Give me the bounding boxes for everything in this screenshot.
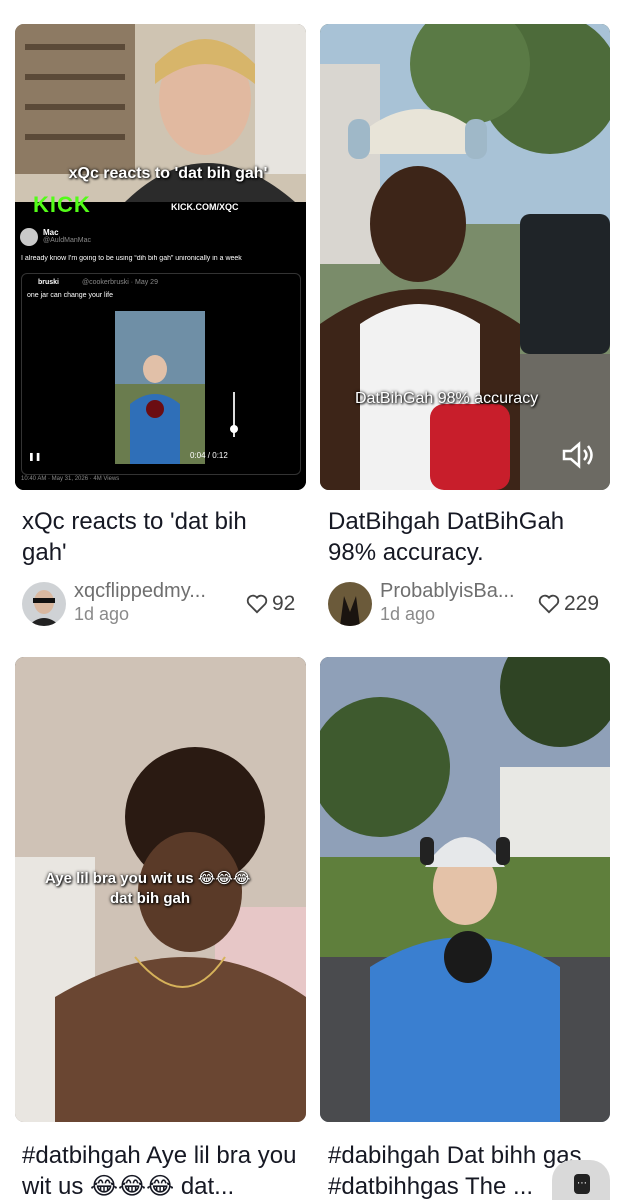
quote-box: bruski @cookerbruski · May 29 one jar ca…	[21, 273, 301, 475]
author-row: ProbablyisBa... 1d ago 229	[328, 580, 618, 628]
more-options-inner: ⋯	[574, 1174, 590, 1194]
kick-logo: KICK	[33, 192, 91, 217]
tweet-name: Mac	[43, 228, 59, 237]
like-count: 92	[272, 592, 296, 615]
video-thumbnail[interactable]: DatBihGah 98% accuracy	[320, 24, 610, 490]
video-card-3[interactable]: Aye lil bra you wit us 😂😂😂 dat bih gah #…	[0, 640, 312, 1200]
quote-text: one jar can change your life	[27, 292, 113, 299]
video-thumbnail[interactable]	[320, 657, 610, 1122]
author-row: xqcflippedmy... 1d ago 92	[22, 580, 302, 628]
quote-name: bruski	[38, 279, 60, 286]
more-options-icon[interactable]: ⋯	[552, 1160, 610, 1200]
avatar-image	[22, 582, 66, 626]
video-thumbnail[interactable]: Aye lil bra you wit us 😂😂😂 dat bih gah	[15, 657, 306, 1122]
video-thumbnail[interactable]: xQc reacts to 'dat bih gah' KICK KICK.CO…	[15, 24, 306, 490]
tweet-handle: @AuldManMac	[43, 237, 91, 244]
tweet-text: I already know I'm going to be using “di…	[21, 255, 242, 262]
video-time: 0:04 / 0:12	[190, 451, 228, 460]
post-age: 1d ago	[74, 604, 130, 624]
overlay-text: DatBihGah 98% accuracy	[355, 390, 539, 407]
video-grid: xQc reacts to 'dat bih gah' KICK KICK.CO…	[0, 0, 625, 1200]
heart-icon	[246, 594, 268, 614]
like-count: 229	[564, 592, 600, 615]
author-name[interactable]: xqcflippedmy...	[74, 580, 224, 603]
author-name[interactable]: ProbablyisBa...	[380, 580, 530, 603]
thumbnail-art	[320, 657, 610, 1122]
like-count-group[interactable]: 92	[246, 592, 295, 616]
pause-icon[interactable]: ❚❚	[28, 452, 41, 461]
video-caption[interactable]: #dabihgah Dat bihh gas #datbihhgas The .…	[328, 1140, 588, 1204]
video-card-1[interactable]: xQc reacts to 'dat bih gah' KICK KICK.CO…	[0, 0, 312, 640]
video-caption[interactable]: xQc reacts to 'dat bih gah'	[22, 506, 282, 570]
video-card-4[interactable]: #dabihgah Dat bihh gas #datbihhgas The .…	[312, 640, 625, 1200]
like-count-group[interactable]: 229	[538, 592, 599, 616]
quote-handle: @cookerbruski · May 29	[82, 279, 158, 286]
heart-icon	[538, 594, 560, 614]
avatar[interactable]	[22, 582, 66, 626]
overlay-line-1: Aye lil bra you wit us 😂😂😂	[45, 870, 251, 887]
overlay-title: xQc reacts to 'dat bih gah'	[68, 165, 268, 182]
post-age: 1d ago	[380, 604, 436, 624]
thumbnail-art	[320, 24, 610, 490]
video-caption[interactable]: DatBihgah DatBihGah 98% accuracy.	[328, 506, 598, 570]
kick-url: KICK.COM/XQC	[171, 202, 239, 212]
speaker-icon[interactable]	[560, 440, 596, 470]
avatar[interactable]	[328, 582, 372, 626]
video-caption[interactable]: #datbihgah Aye lil bra you wit us 😂😂😂 da…	[22, 1140, 307, 1204]
tweet-avatar	[20, 228, 38, 246]
overlay-line-2: dat bih gah	[110, 890, 190, 907]
video-card-2[interactable]: DatBihGah 98% accuracy DatBihgah DatBihG…	[312, 0, 625, 640]
tweet-footer: 10:40 AM · May 31, 2026 · 4M Views	[21, 476, 120, 482]
avatar-image	[328, 582, 372, 626]
